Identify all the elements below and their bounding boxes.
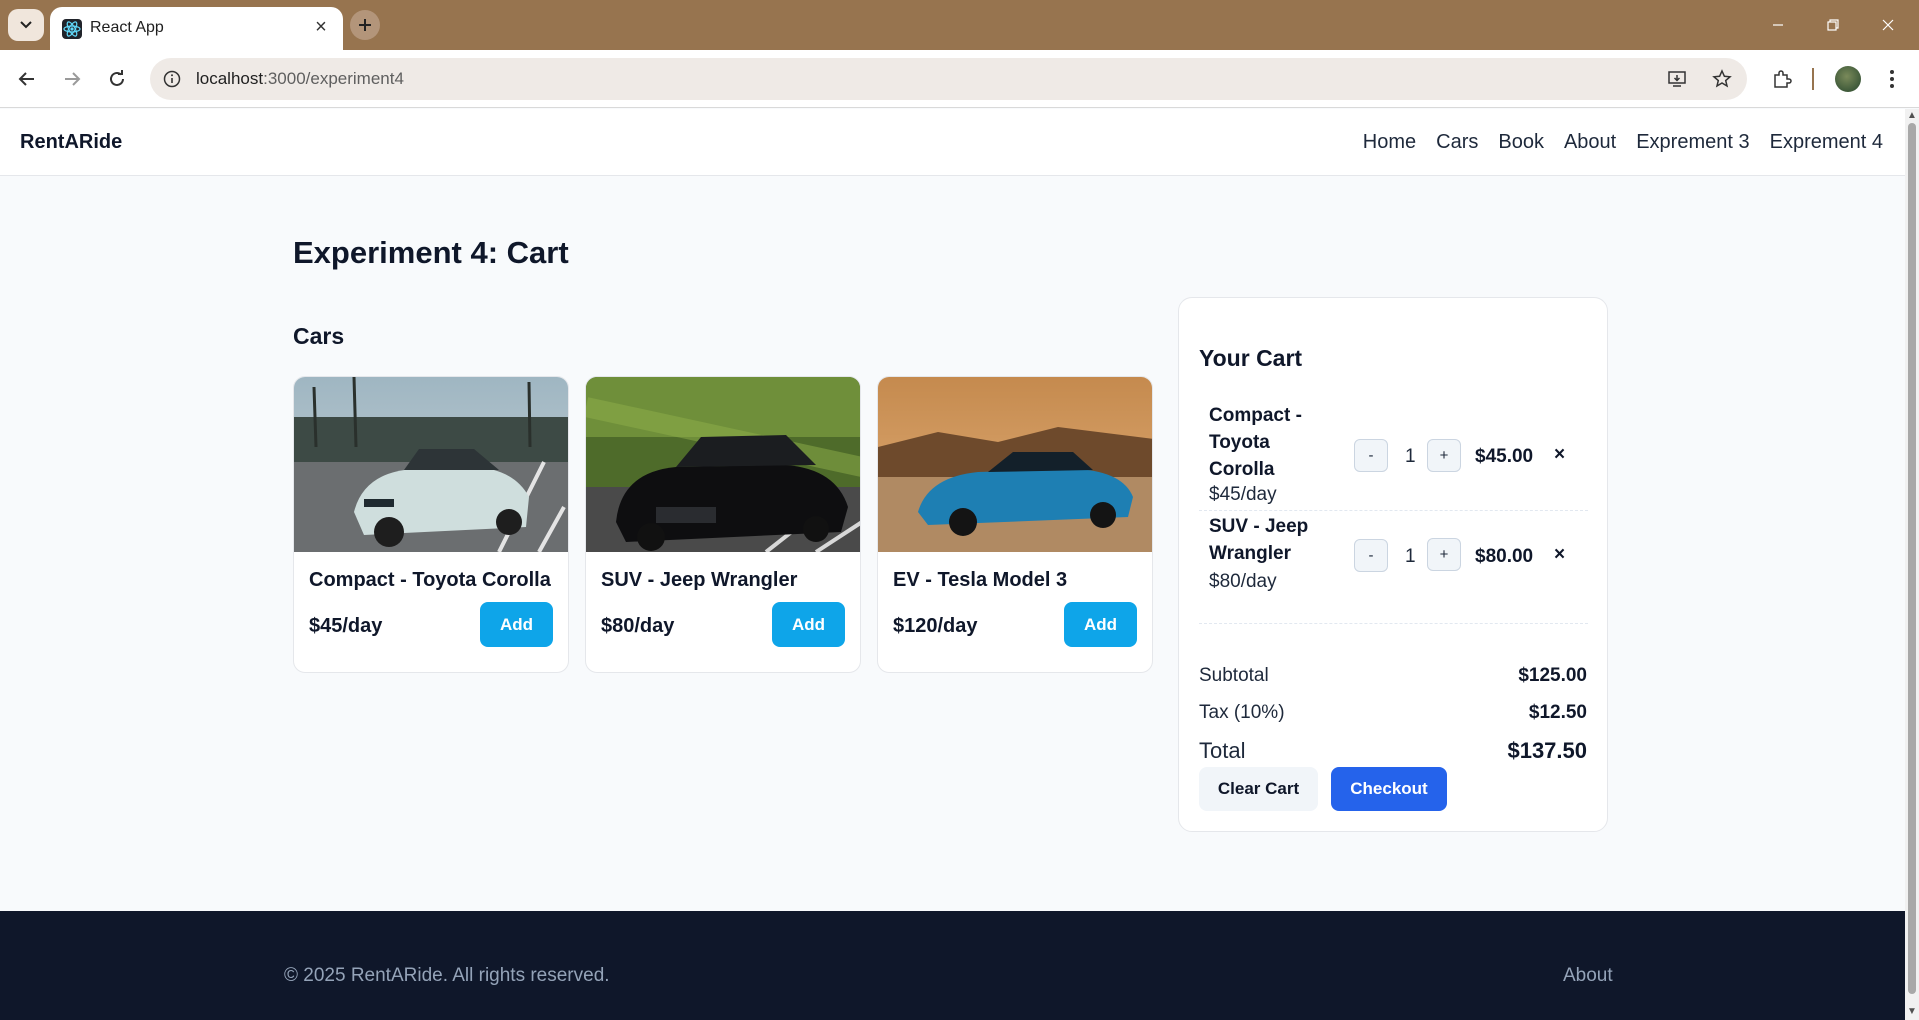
page-viewport: RentARide Home Cars Book About Exprement…	[0, 109, 1905, 1020]
chevron-down-icon	[20, 21, 32, 29]
checkout-button[interactable]: Checkout	[1331, 767, 1447, 811]
tax-value: $12.50	[1528, 702, 1587, 723]
add-to-cart-button[interactable]: Add	[1064, 602, 1137, 647]
arrow-right-icon	[65, 72, 81, 86]
cart-item: Compact - Toyota Corolla $45/day - 1 + $…	[1199, 398, 1588, 511]
address-bar[interactable]: localhost:3000/experiment4	[150, 58, 1747, 100]
footer-about-link[interactable]: About	[1563, 965, 1613, 987]
more-menu-icon[interactable]	[1875, 62, 1909, 96]
nav-cars[interactable]: Cars	[1436, 131, 1478, 154]
car-price: $120/day	[893, 615, 978, 637]
arrow-left-icon	[18, 72, 34, 86]
toolbar-separator	[1812, 68, 1814, 90]
browser-tab-bar: React App ×	[0, 0, 1919, 50]
increase-qty-button[interactable]: +	[1427, 538, 1461, 571]
cart-item-qty: 1	[1405, 546, 1416, 567]
add-to-cart-button[interactable]: Add	[480, 602, 553, 647]
profile-avatar[interactable]	[1835, 66, 1861, 92]
extensions-icon[interactable]	[1765, 62, 1799, 96]
new-tab-button[interactable]	[350, 10, 380, 40]
url-host: localhost	[196, 69, 264, 88]
close-window-button[interactable]	[1868, 10, 1908, 40]
browser-toolbar: localhost:3000/experiment4	[0, 50, 1919, 108]
scroll-down-icon[interactable]: ▼	[1907, 1007, 1917, 1017]
scroll-up-icon[interactable]: ▲	[1907, 111, 1917, 121]
car-card-corolla: Compact - Toyota Corolla $45/day Add	[293, 376, 569, 673]
total-label: Total	[1199, 738, 1246, 763]
cart-item-total: $45.00	[1475, 446, 1534, 467]
cart-item-total: $80.00	[1475, 546, 1534, 567]
browser-tab[interactable]: React App ×	[50, 7, 343, 50]
nav-exprement-3[interactable]: Exprement 3	[1636, 131, 1749, 154]
cart-item-rate: $80/day	[1209, 571, 1277, 592]
footer-copyright: © 2025 RentARide. All rights reserved.	[284, 965, 610, 986]
scroll-thumb[interactable]	[1908, 123, 1916, 994]
car-price: $45/day	[309, 615, 383, 637]
reload-button[interactable]	[100, 62, 134, 96]
car-card-wrangler: SUV - Jeep Wrangler $80/day Add	[585, 376, 861, 673]
brand-logo[interactable]: RentARide	[20, 131, 122, 154]
subtotal-value: $125.00	[1518, 665, 1587, 686]
car-image-corolla	[294, 377, 568, 552]
nav-book[interactable]: Book	[1498, 131, 1544, 154]
install-app-icon[interactable]	[1665, 67, 1689, 91]
site-header: RentARide Home Cars Book About Exprement…	[0, 109, 1905, 176]
tab-search-button[interactable]	[8, 9, 44, 41]
car-image-tesla	[878, 377, 1152, 552]
close-icon	[1882, 19, 1894, 31]
cars-section-title: Cars	[293, 323, 345, 349]
add-to-cart-button[interactable]: Add	[772, 602, 845, 647]
cart-item: SUV - Jeep Wrangler $80/day - 1 + $80.00…	[1199, 511, 1588, 624]
url-text[interactable]: localhost:3000/experiment4	[196, 69, 404, 89]
car-name: SUV - Jeep Wrangler	[601, 569, 798, 591]
reload-icon	[110, 70, 124, 86]
car-name: Compact - Toyota Corolla	[309, 569, 551, 591]
restore-icon	[1827, 19, 1839, 31]
url-path: :3000/experiment4	[263, 69, 404, 88]
tax-label: Tax (10%)	[1199, 702, 1285, 723]
minimize-button[interactable]	[1758, 10, 1798, 40]
plus-icon	[359, 19, 371, 31]
tab-title: React App	[90, 19, 164, 36]
decrease-qty-button[interactable]: -	[1354, 539, 1388, 572]
increase-qty-button[interactable]: +	[1427, 439, 1461, 472]
cart-item-rate: $45/day	[1209, 484, 1277, 505]
cart-panel: Your Cart Compact - Toyota Corolla $45/d…	[1178, 297, 1608, 832]
decrease-qty-button[interactable]: -	[1354, 439, 1388, 472]
remove-item-icon[interactable]: ×	[1554, 544, 1565, 566]
page-title: Experiment 4: Cart	[293, 235, 569, 270]
main-nav: Home Cars Book About Exprement 3 Expreme…	[1363, 131, 1883, 154]
cart-title: Your Cart	[1199, 345, 1303, 371]
page-scrollbar[interactable]: ▲ ▼	[1905, 109, 1919, 1020]
car-price: $80/day	[601, 615, 675, 637]
remove-item-icon[interactable]: ×	[1554, 444, 1565, 466]
cart-item-name: SUV - Jeep Wrangler	[1209, 516, 1309, 564]
total-value: $137.50	[1507, 738, 1587, 763]
clear-cart-button[interactable]: Clear Cart	[1199, 767, 1318, 811]
nav-home[interactable]: Home	[1363, 131, 1416, 154]
car-name: EV - Tesla Model 3	[893, 569, 1068, 591]
subtotal-label: Subtotal	[1199, 665, 1269, 686]
car-image-wrangler	[586, 377, 860, 552]
tab-close-icon[interactable]: ×	[309, 15, 333, 39]
react-logo-icon	[62, 19, 82, 39]
site-info-icon[interactable]	[160, 67, 184, 91]
forward-button[interactable]	[55, 62, 89, 96]
cart-item-name: Compact - Toyota Corolla	[1209, 405, 1302, 480]
minimize-icon	[1773, 24, 1783, 26]
car-card-tesla: EV - Tesla Model 3 $120/day Add	[877, 376, 1153, 673]
back-button[interactable]	[10, 62, 44, 96]
nav-exprement-4[interactable]: Exprement 4	[1770, 131, 1883, 154]
nav-about[interactable]: About	[1564, 131, 1616, 154]
restore-button[interactable]	[1813, 10, 1853, 40]
cart-item-qty: 1	[1405, 446, 1416, 467]
bookmark-star-icon[interactable]	[1710, 67, 1734, 91]
site-footer: © 2025 RentARide. All rights reserved. A…	[0, 911, 1905, 1020]
